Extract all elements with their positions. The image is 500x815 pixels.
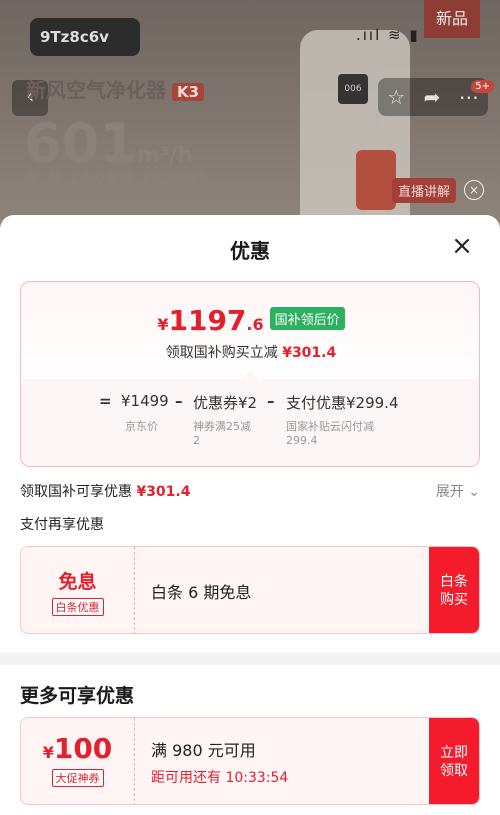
model-badge: K3 [172, 83, 205, 101]
claim-coupon-button[interactable]: 立即领取 [429, 718, 479, 804]
gov-row-amount: ¥301.4 [136, 484, 191, 500]
minus-sign: – [175, 392, 183, 410]
baitiao-coupon: 免息 白条优惠 白条 6 期免息 白条购买 [20, 546, 480, 634]
baitiao-coupon-body: 白条 6 期免息 [151, 547, 252, 633]
new-tag: 新品 [424, 0, 480, 38]
live-label[interactable]: 直播讲解 [392, 178, 457, 203]
baitiao-desc: 白条 6 期免息 [151, 583, 252, 602]
pay-note-1: 国家补贴云闪付减 [286, 420, 374, 433]
star-icon[interactable]: ☆ [387, 85, 405, 109]
promo-coupon: ¥100 大促神券 满 980 元可用 距可用还有 10:33:54 立即领取 [20, 717, 480, 805]
jd-price-label: 京东价 [125, 420, 158, 433]
final-currency: ¥ [157, 315, 169, 334]
baitiao-title: 免息 [58, 571, 97, 593]
product-name-text: 新风空气净化器 [26, 78, 166, 102]
promo-coupon-left: ¥100 大促神券 [21, 718, 135, 804]
final-price-int: 1197 [168, 304, 247, 337]
cadr-unit: m³/h [136, 143, 193, 168]
device-display: 006 [338, 74, 368, 104]
gov-subsidy-text: 领取国补购买立减 [165, 345, 278, 361]
final-price: ¥1197.6 国补领后价 [21, 304, 479, 337]
jd-price: ¥1499 [121, 392, 169, 410]
section-gap [0, 653, 500, 665]
coupon-note-2: 2 [193, 434, 200, 447]
status-bar-icons: .ııl ≋ ▮ [356, 26, 420, 44]
share-icon[interactable]: ➦ [424, 85, 441, 109]
final-price-tag: 国补领后价 [269, 307, 345, 330]
gov-row-label: 领取国补可享优惠 [20, 484, 132, 500]
equals-sign: = [99, 392, 112, 410]
gov-subsidy-row: 领取国补可享优惠 ¥301.4 展开 ⌄ [20, 481, 480, 501]
brand-logo: 9Tz8c6v [30, 18, 140, 56]
promo-value: ¥100 [21, 732, 134, 765]
cart-badge: 5+ [471, 80, 494, 93]
promo-condition: 满 980 元可用 [151, 741, 256, 760]
final-price-dec: .6 [246, 315, 264, 334]
pay-section-title: 支付再享优惠 [20, 517, 104, 533]
pointer-triangle [241, 370, 259, 379]
gov-subsidy-amount: ¥301.4 [282, 345, 337, 361]
sheet-title: 优惠 [230, 239, 270, 263]
more-section-title: 更多可享优惠 [20, 685, 135, 707]
cadr-number: 601 [24, 112, 137, 175]
promo-countdown: 距可用还有 10:33:54 [151, 770, 289, 786]
expand-button[interactable]: 展开 ⌄ [436, 481, 480, 501]
pay-discount: 支付优惠¥299.4 [286, 394, 399, 412]
coupon-amount: 优惠券¥2 [193, 394, 258, 412]
price-card: ¥1197.6 国补领后价 领取国补购买立减 ¥301.4 = ¥1499 – 优… [20, 281, 480, 467]
close-live-icon[interactable]: × [464, 180, 484, 200]
cadr-value: 601m³/h [24, 112, 193, 175]
coupon-note-1: 神券满25减 [193, 420, 251, 433]
baitiao-tag: 白条优惠 [51, 598, 104, 616]
baitiao-coupon-left: 免息 白条优惠 [21, 547, 135, 633]
promo-amount: 100 [53, 732, 113, 765]
promo-tag: 大促神券 [51, 769, 104, 787]
promo-currency: ¥ [42, 743, 54, 762]
product-page-background: 006 新品 9Tz8c6v .ııl ≋ ▮ ‹ 新风空气净化器 K3 601m… [0, 0, 500, 240]
baitiao-buy-button[interactable]: 白条购买 [429, 547, 479, 633]
promo-image [356, 150, 396, 210]
close-button[interactable]: × [450, 233, 474, 259]
product-name: 新风空气净化器 K3 [26, 74, 205, 103]
cadr-note: 甲 醛 CADR值（实测值） [26, 171, 215, 187]
promo-coupon-body: 满 980 元可用 距可用还有 10:33:54 [151, 718, 289, 804]
discount-sheet: 优惠 × ¥1197.6 国补领后价 领取国补购买立减 ¥301.4 = ¥149… [0, 215, 500, 815]
minus-sign-2: – [267, 392, 275, 410]
pay-note-2: 299.4 [286, 434, 318, 447]
gov-subsidy-line: 领取国补购买立减 ¥301.4 [21, 342, 479, 362]
